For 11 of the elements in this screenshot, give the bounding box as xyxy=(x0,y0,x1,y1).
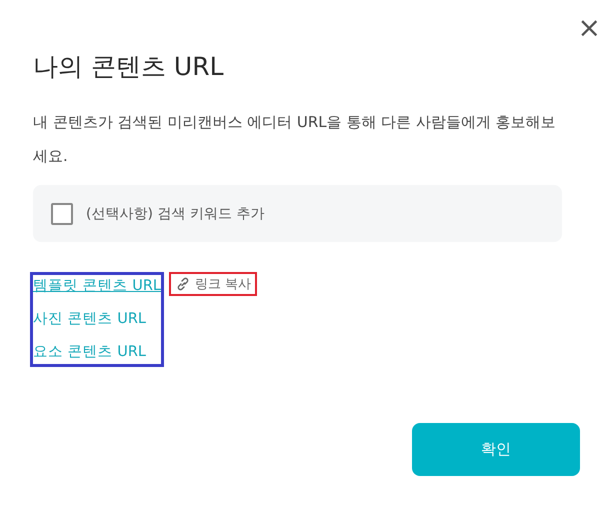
keyword-checkbox[interactable] xyxy=(51,202,73,224)
link-icon xyxy=(175,276,191,292)
dialog-title: 나의 콘텐츠 URL xyxy=(33,51,224,83)
copy-link-button[interactable]: 링크 복사 xyxy=(169,272,258,296)
content-url-link[interactable]: 요소 콘텐츠 URL xyxy=(33,341,161,364)
checkbox-label: (선택사항) 검색 키워드 추가 xyxy=(86,204,264,222)
content-url-link[interactable]: 사진 콘텐츠 URL xyxy=(33,308,161,331)
content-url-link[interactable]: 템플릿 콘텐츠 URL xyxy=(33,275,161,298)
description: 내 콘텐츠가 검색된 미리캔버스 에디터 URL을 통해 다른 사람들에게 홍보해보세요. xyxy=(33,112,557,167)
confirm-button[interactable]: 확인 xyxy=(412,423,580,476)
close-button[interactable]: × xyxy=(574,14,605,42)
